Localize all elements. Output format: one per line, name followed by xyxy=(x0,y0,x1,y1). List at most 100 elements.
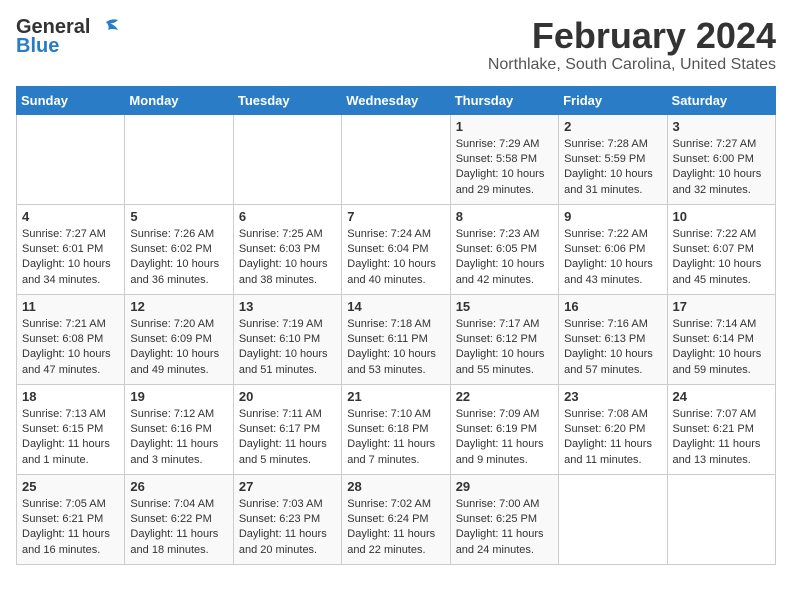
day-info: Sunrise: 7:16 AMSunset: 6:13 PMDaylight:… xyxy=(564,317,661,379)
weekday-header-row: SundayMondayTuesdayWednesdayThursdayFrid… xyxy=(17,86,776,114)
weekday-header-thursday: Thursday xyxy=(450,86,558,114)
day-number: 20 xyxy=(239,389,336,404)
day-info: Sunrise: 7:22 AMSunset: 6:07 PMDaylight:… xyxy=(673,227,770,289)
day-info: Sunrise: 7:09 AMSunset: 6:19 PMDaylight:… xyxy=(456,407,553,469)
day-info: Sunrise: 7:27 AMSunset: 6:01 PMDaylight:… xyxy=(22,227,119,289)
calendar-cell: 26 Sunrise: 7:04 AMSunset: 6:22 PMDayligh… xyxy=(125,474,233,564)
day-number: 13 xyxy=(239,299,336,314)
calendar-week-5: 25 Sunrise: 7:05 AMSunset: 6:21 PMDayligh… xyxy=(17,474,776,564)
day-info: Sunrise: 7:21 AMSunset: 6:08 PMDaylight:… xyxy=(22,317,119,379)
calendar-cell: 25 Sunrise: 7:05 AMSunset: 6:21 PMDayligh… xyxy=(17,474,125,564)
day-number: 9 xyxy=(564,209,661,224)
weekday-header-saturday: Saturday xyxy=(667,86,775,114)
day-number: 4 xyxy=(22,209,119,224)
day-info: Sunrise: 7:29 AMSunset: 5:58 PMDaylight:… xyxy=(456,137,553,199)
day-number: 12 xyxy=(130,299,227,314)
calendar-cell: 19 Sunrise: 7:12 AMSunset: 6:16 PMDayligh… xyxy=(125,384,233,474)
calendar-cell xyxy=(559,474,667,564)
day-number: 10 xyxy=(673,209,770,224)
title-block: February 2024 Northlake, South Carolina,… xyxy=(488,16,776,74)
day-number: 14 xyxy=(347,299,444,314)
weekday-header-sunday: Sunday xyxy=(17,86,125,114)
calendar-cell: 27 Sunrise: 7:03 AMSunset: 6:23 PMDayligh… xyxy=(233,474,341,564)
day-info: Sunrise: 7:03 AMSunset: 6:23 PMDaylight:… xyxy=(239,497,336,559)
day-info: Sunrise: 7:14 AMSunset: 6:14 PMDaylight:… xyxy=(673,317,770,379)
calendar-cell: 28 Sunrise: 7:02 AMSunset: 6:24 PMDayligh… xyxy=(342,474,450,564)
calendar-week-1: 1 Sunrise: 7:29 AMSunset: 5:58 PMDaylight… xyxy=(17,114,776,204)
calendar-cell: 29Sunrise: 7:00 AMSunset: 6:25 PMDayligh… xyxy=(450,474,558,564)
day-number: 18 xyxy=(22,389,119,404)
day-number: 28 xyxy=(347,479,444,494)
day-info: Sunrise: 7:11 AMSunset: 6:17 PMDaylight:… xyxy=(239,407,336,469)
day-info: Sunrise: 7:26 AMSunset: 6:02 PMDaylight:… xyxy=(130,227,227,289)
calendar-cell xyxy=(233,114,341,204)
day-number: 11 xyxy=(22,299,119,314)
weekday-header-monday: Monday xyxy=(125,86,233,114)
day-info: Sunrise: 7:24 AMSunset: 6:04 PMDaylight:… xyxy=(347,227,444,289)
day-number: 17 xyxy=(673,299,770,314)
calendar-cell: 23Sunrise: 7:08 AMSunset: 6:20 PMDayligh… xyxy=(559,384,667,474)
calendar-cell: 1 Sunrise: 7:29 AMSunset: 5:58 PMDaylight… xyxy=(450,114,558,204)
calendar-cell: 7 Sunrise: 7:24 AMSunset: 6:04 PMDaylight… xyxy=(342,204,450,294)
day-number: 15 xyxy=(456,299,553,314)
calendar-cell: 20 Sunrise: 7:11 AMSunset: 6:17 PMDayligh… xyxy=(233,384,341,474)
day-info: Sunrise: 7:22 AMSunset: 6:06 PMDaylight:… xyxy=(564,227,661,289)
day-number: 21 xyxy=(347,389,444,404)
day-info: Sunrise: 7:25 AMSunset: 6:03 PMDaylight:… xyxy=(239,227,336,289)
weekday-header-friday: Friday xyxy=(559,86,667,114)
day-info: Sunrise: 7:12 AMSunset: 6:16 PMDaylight:… xyxy=(130,407,227,469)
day-info: Sunrise: 7:13 AMSunset: 6:15 PMDaylight:… xyxy=(22,407,119,469)
day-info: Sunrise: 7:28 AMSunset: 5:59 PMDaylight:… xyxy=(564,137,661,199)
day-info: Sunrise: 7:04 AMSunset: 6:22 PMDaylight:… xyxy=(130,497,227,559)
day-info: Sunrise: 7:27 AMSunset: 6:00 PMDaylight:… xyxy=(673,137,770,199)
day-number: 5 xyxy=(130,209,227,224)
weekday-header-wednesday: Wednesday xyxy=(342,86,450,114)
logo-bird-icon xyxy=(92,18,120,38)
calendar-cell: 14Sunrise: 7:18 AMSunset: 6:11 PMDayligh… xyxy=(342,294,450,384)
calendar-cell xyxy=(17,114,125,204)
day-number: 19 xyxy=(130,389,227,404)
calendar-cell: 11 Sunrise: 7:21 AMSunset: 6:08 PMDayligh… xyxy=(17,294,125,384)
day-number: 8 xyxy=(456,209,553,224)
day-number: 25 xyxy=(22,479,119,494)
day-info: Sunrise: 7:10 AMSunset: 6:18 PMDaylight:… xyxy=(347,407,444,469)
day-info: Sunrise: 7:02 AMSunset: 6:24 PMDaylight:… xyxy=(347,497,444,559)
month-title: February 2024 xyxy=(488,16,776,56)
day-number: 1 xyxy=(456,119,553,134)
day-info: Sunrise: 7:20 AMSunset: 6:09 PMDaylight:… xyxy=(130,317,227,379)
calendar-cell: 8Sunrise: 7:23 AMSunset: 6:05 PMDaylight… xyxy=(450,204,558,294)
day-info: Sunrise: 7:08 AMSunset: 6:20 PMDaylight:… xyxy=(564,407,661,469)
calendar-week-4: 18 Sunrise: 7:13 AMSunset: 6:15 PMDayligh… xyxy=(17,384,776,474)
day-number: 2 xyxy=(564,119,661,134)
day-number: 29 xyxy=(456,479,553,494)
calendar-cell: 4 Sunrise: 7:27 AMSunset: 6:01 PMDaylight… xyxy=(17,204,125,294)
day-number: 26 xyxy=(130,479,227,494)
day-info: Sunrise: 7:19 AMSunset: 6:10 PMDaylight:… xyxy=(239,317,336,379)
day-number: 27 xyxy=(239,479,336,494)
calendar-cell: 9 Sunrise: 7:22 AMSunset: 6:06 PMDaylight… xyxy=(559,204,667,294)
day-number: 22 xyxy=(456,389,553,404)
day-number: 7 xyxy=(347,209,444,224)
calendar-table: SundayMondayTuesdayWednesdayThursdayFrid… xyxy=(16,86,776,565)
calendar-cell: 5 Sunrise: 7:26 AMSunset: 6:02 PMDaylight… xyxy=(125,204,233,294)
calendar-cell xyxy=(667,474,775,564)
calendar-week-3: 11 Sunrise: 7:21 AMSunset: 6:08 PMDayligh… xyxy=(17,294,776,384)
calendar-cell: 21 Sunrise: 7:10 AMSunset: 6:18 PMDayligh… xyxy=(342,384,450,474)
calendar-cell: 13 Sunrise: 7:19 AMSunset: 6:10 PMDayligh… xyxy=(233,294,341,384)
day-info: Sunrise: 7:05 AMSunset: 6:21 PMDaylight:… xyxy=(22,497,119,559)
calendar-cell xyxy=(342,114,450,204)
calendar-cell: 12 Sunrise: 7:20 AMSunset: 6:09 PMDayligh… xyxy=(125,294,233,384)
location-subtitle: Northlake, South Carolina, United States xyxy=(488,56,776,74)
calendar-cell: 22 Sunrise: 7:09 AMSunset: 6:19 PMDayligh… xyxy=(450,384,558,474)
day-info: Sunrise: 7:17 AMSunset: 6:12 PMDaylight:… xyxy=(456,317,553,379)
calendar-cell: 18 Sunrise: 7:13 AMSunset: 6:15 PMDayligh… xyxy=(17,384,125,474)
calendar-cell: 17 Sunrise: 7:14 AMSunset: 6:14 PMDayligh… xyxy=(667,294,775,384)
calendar-cell: 6Sunrise: 7:25 AMSunset: 6:03 PMDaylight… xyxy=(233,204,341,294)
weekday-header-tuesday: Tuesday xyxy=(233,86,341,114)
calendar-cell: 16 Sunrise: 7:16 AMSunset: 6:13 PMDayligh… xyxy=(559,294,667,384)
calendar-cell: 10 Sunrise: 7:22 AMSunset: 6:07 PMDayligh… xyxy=(667,204,775,294)
calendar-cell: 2 Sunrise: 7:28 AMSunset: 5:59 PMDaylight… xyxy=(559,114,667,204)
calendar-cell: 24Sunrise: 7:07 AMSunset: 6:21 PMDayligh… xyxy=(667,384,775,474)
day-number: 16 xyxy=(564,299,661,314)
calendar-cell xyxy=(125,114,233,204)
